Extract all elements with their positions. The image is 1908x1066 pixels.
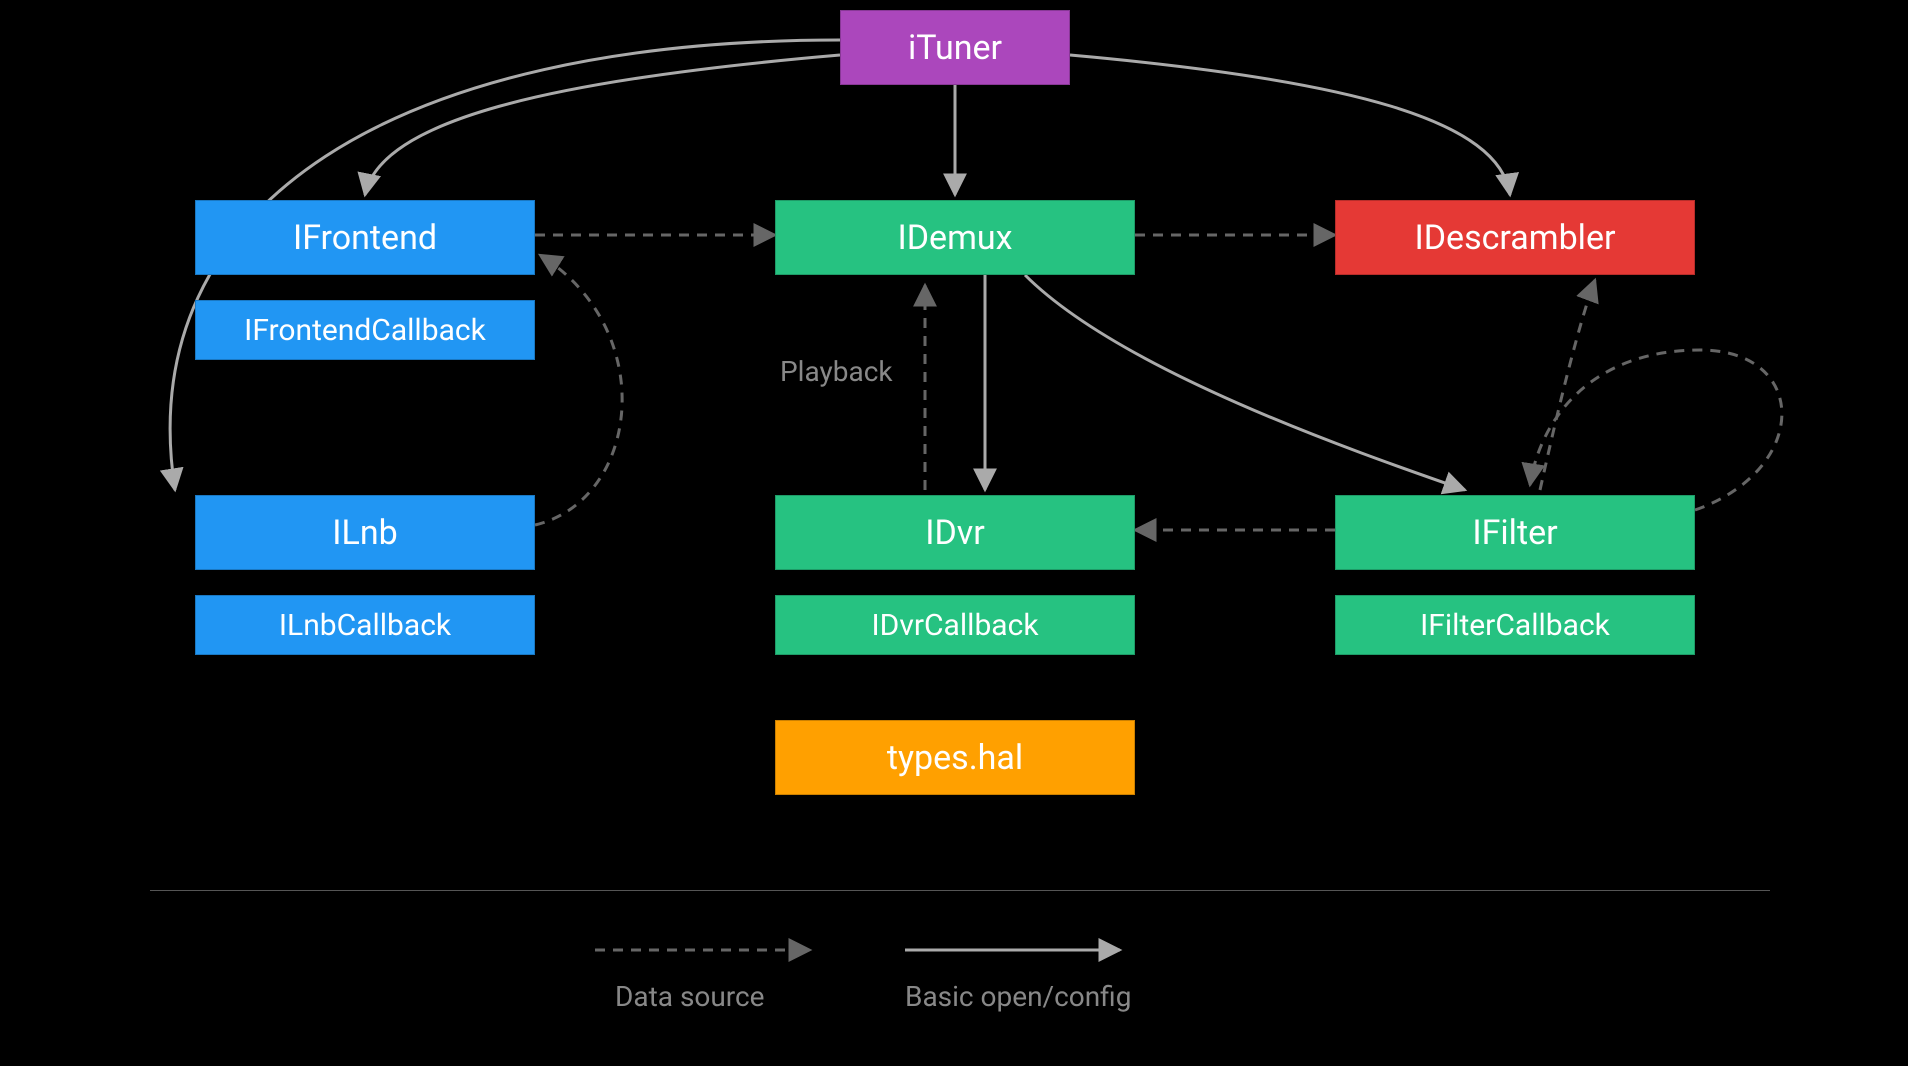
node-label: IFilter xyxy=(1472,513,1557,553)
node-idvrcallback: IDvrCallback xyxy=(775,595,1135,655)
node-ifilter: IFilter xyxy=(1335,495,1695,570)
node-label: IFrontend xyxy=(293,218,437,258)
node-label: IFrontendCallback xyxy=(244,313,486,348)
node-ifiltercallback: IFilterCallback xyxy=(1335,595,1695,655)
node-typeshal: types.hal xyxy=(775,720,1135,795)
node-label: ILnb xyxy=(332,513,397,553)
node-ituner: iTuner xyxy=(840,10,1070,85)
node-label: types.hal xyxy=(887,738,1023,778)
node-idescrambler: IDescrambler xyxy=(1335,200,1695,275)
node-label: IDvrCallback xyxy=(871,608,1038,643)
node-ilnbcallback: ILnbCallback xyxy=(195,595,535,655)
node-label: IDvr xyxy=(925,513,985,553)
node-label: iTuner xyxy=(908,28,1002,68)
edge-label-playback: Playback xyxy=(780,355,893,388)
node-ifrontendcallback: IFrontendCallback xyxy=(195,300,535,360)
legend-divider xyxy=(150,890,1770,891)
node-idemux: IDemux xyxy=(775,200,1135,275)
legend-basicopen: Basic open/config xyxy=(905,980,1131,1013)
node-label: IFilterCallback xyxy=(1420,608,1610,643)
node-idvr: IDvr xyxy=(775,495,1135,570)
legend-datasource: Data source xyxy=(615,980,765,1013)
node-ilnb: ILnb xyxy=(195,495,535,570)
node-ifrontend: IFrontend xyxy=(195,200,535,275)
node-label: IDemux xyxy=(897,218,1012,258)
node-label: ILnbCallback xyxy=(279,608,451,643)
node-label: IDescrambler xyxy=(1414,218,1615,258)
